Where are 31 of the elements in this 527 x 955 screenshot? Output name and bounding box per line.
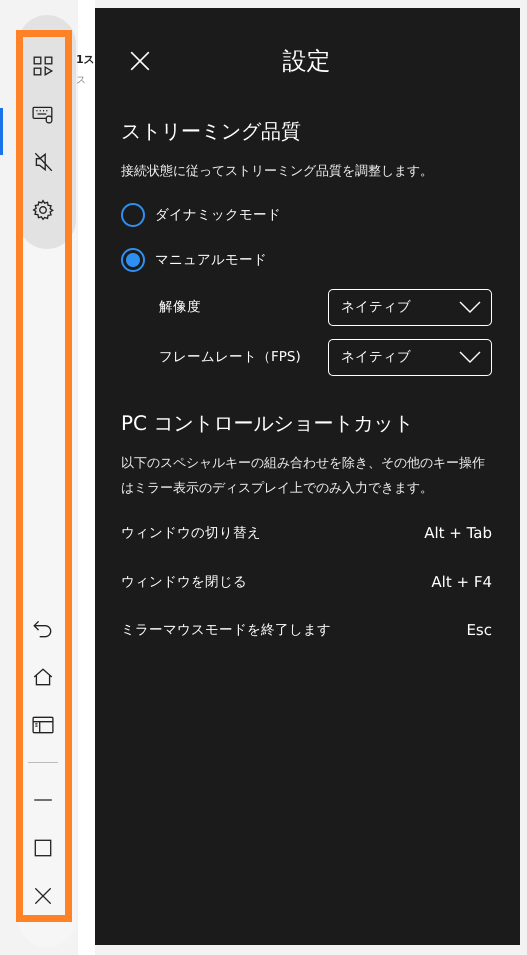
shortcut-action: ミラーマウスモードを終了します [121, 621, 331, 640]
close-icon[interactable] [32, 885, 54, 907]
panel-title: 設定 [282, 46, 330, 77]
option-label: 解像度 [159, 298, 201, 316]
page-title: 1ス [76, 52, 95, 67]
shortcut-action: ウィンドウの切り替え [121, 524, 261, 542]
settings-icon[interactable] [32, 199, 54, 221]
dropdown[interactable]: ネイティブ [328, 338, 492, 376]
apps-icon[interactable] [32, 55, 54, 77]
page-subtitle: ス [76, 74, 87, 87]
shortcut-action: ウィンドウを閉じる [121, 572, 247, 591]
undo-icon[interactable] [32, 618, 54, 640]
section-heading: PC コントロールショートカット [121, 410, 414, 437]
maximize-icon[interactable] [32, 837, 54, 859]
window-panel-icon[interactable] [32, 714, 54, 736]
chevron-down-icon [459, 301, 481, 313]
section-description: 接続状態に従ってストリーミング品質を調整します。 [121, 163, 434, 181]
option-label: フレームレート（FPS) [159, 348, 301, 366]
shortcut-keys: Alt + Tab [424, 524, 492, 542]
chevron-down-icon [459, 351, 481, 363]
muted-speaker-icon[interactable] [32, 151, 54, 173]
radio-option[interactable]: マニュアルモード [121, 237, 492, 282]
close-button[interactable] [129, 50, 151, 72]
section-description: 以下のスペシャルキーの組み合わせを除き、その他のキー操作はミラー表示のディスプレイ上でのみ入力できます。 [121, 455, 486, 498]
dropdown[interactable]: ネイティブ [328, 288, 492, 326]
selection-indicator [0, 108, 3, 155]
shortcut-keys: Esc [466, 621, 492, 640]
home-icon[interactable] [32, 666, 54, 688]
radio-option[interactable]: ダイナミックモード [121, 192, 492, 237]
shortcut-keys: Alt + F4 [431, 572, 492, 591]
section-heading: ストリーミング品質 [121, 118, 302, 145]
